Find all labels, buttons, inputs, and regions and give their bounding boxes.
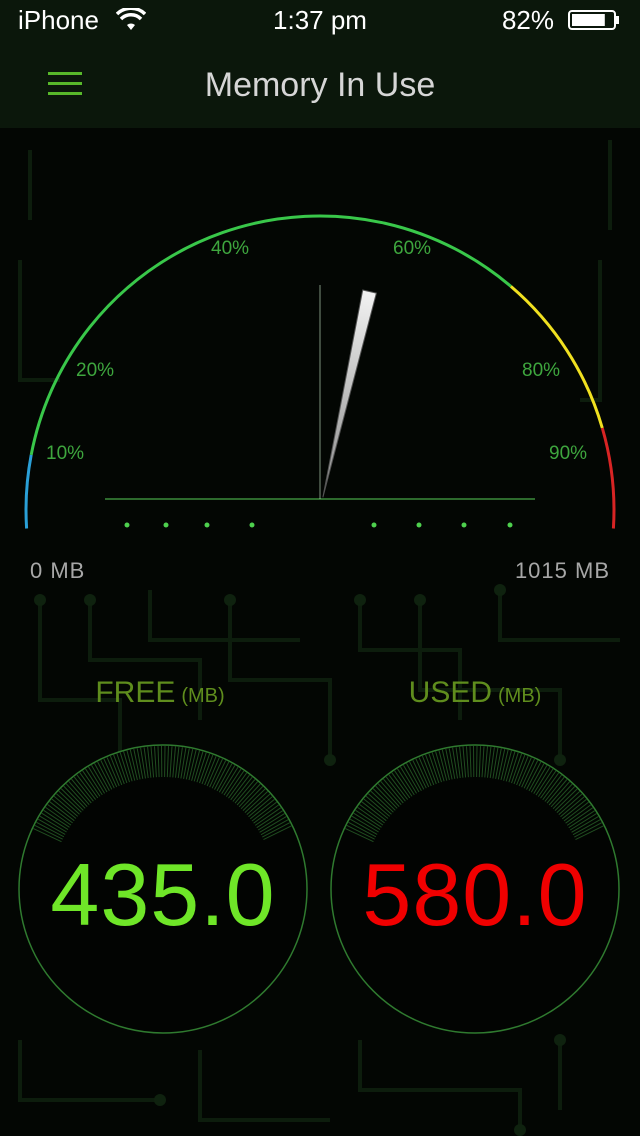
used-label: USED — [408, 676, 493, 709]
gauge-dot — [249, 522, 255, 528]
gauge-dot — [124, 522, 130, 528]
status-bar: iPhone 1:37 pm 82% — [0, 0, 640, 40]
tick-label-10: 10% — [46, 443, 84, 464]
tick-label-60: 60% — [393, 238, 431, 259]
gauge-arc-red — [600, 427, 616, 529]
page-title: Memory In Use — [204, 66, 436, 104]
battery-percent: 82% — [501, 5, 554, 35]
gauge-dot — [461, 522, 467, 528]
gauge-dot — [371, 522, 377, 528]
gauge-min-label: 0 MB — [30, 558, 86, 583]
tick-label-80: 80% — [522, 360, 560, 381]
gauge-dot — [507, 522, 513, 528]
gauge-arc-yellow — [509, 285, 604, 429]
gauge-dots — [124, 522, 513, 528]
gauge-dot — [204, 522, 210, 528]
used-value: 580.0 — [362, 845, 588, 944]
tick-label-90: 90% — [549, 443, 587, 464]
gauge-max-label: 1015 MB — [514, 558, 610, 583]
battery-fill — [572, 14, 605, 26]
gauge-arc-blue — [24, 454, 33, 529]
memory-gauge: 10% 20% 40% 60% 80% 90% — [24, 214, 616, 529]
used-unit: (MB) — [498, 685, 542, 707]
free-section-label: FREE (MB) — [0, 676, 320, 710]
free-label: FREE — [95, 676, 176, 709]
used-memory-dial: 580.0 — [330, 744, 620, 1034]
nav-bar: Memory In Use — [0, 40, 640, 128]
gauge-dot — [163, 522, 169, 528]
gauge-arc-green — [29, 214, 512, 456]
tick-label-40: 40% — [211, 238, 249, 259]
tick-label-20: 20% — [76, 360, 114, 381]
battery-icon — [568, 10, 619, 30]
gauge-dot — [416, 522, 422, 528]
free-memory-dial: 435.0 — [18, 744, 308, 1034]
free-unit: (MB) — [181, 685, 225, 707]
used-section-label: USED (MB) — [315, 676, 635, 710]
free-value: 435.0 — [50, 845, 276, 944]
